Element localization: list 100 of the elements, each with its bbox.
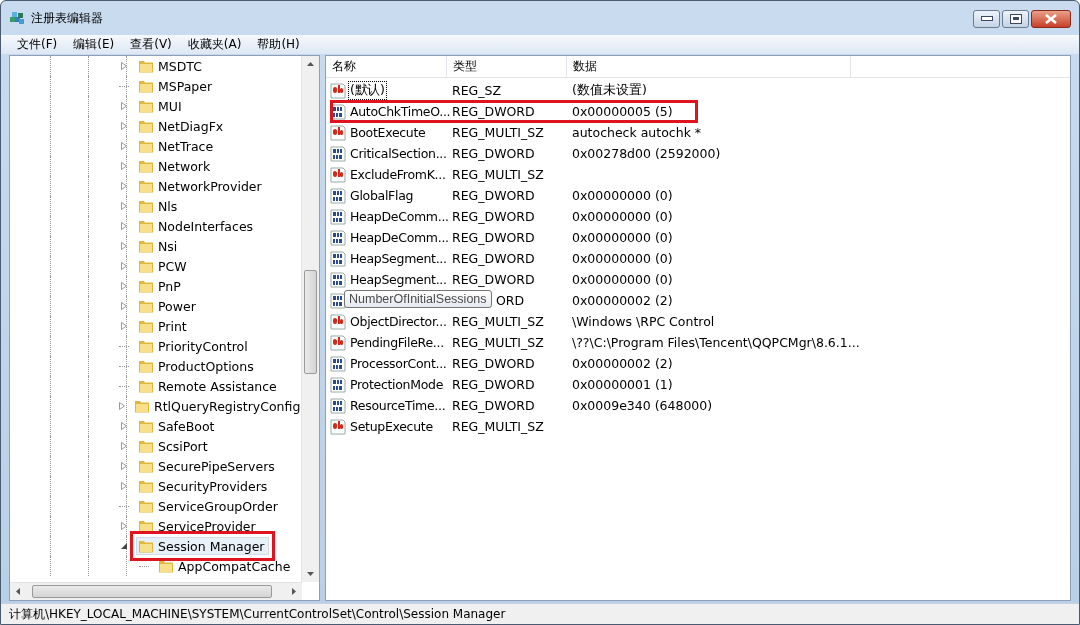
expand-arrow-icon[interactable] <box>120 482 128 490</box>
minimize-button[interactable] <box>973 10 1000 28</box>
value-name[interactable]: SetupExecute <box>348 418 435 435</box>
string-value-icon <box>330 418 346 435</box>
value-name[interactable]: HeapDeComm... <box>348 208 451 225</box>
menu-item[interactable]: 编辑(E) <box>65 36 123 53</box>
tree-item[interactable]: Network <box>136 157 216 175</box>
scroll-right-arrow-icon[interactable] <box>292 588 296 595</box>
string-value-icon <box>330 82 346 99</box>
value-name[interactable]: ResourceTime... <box>348 397 448 414</box>
expand-arrow-icon[interactable] <box>118 402 126 410</box>
folder-icon <box>138 438 154 454</box>
value-data: 0x00000000 (0) <box>572 209 673 224</box>
value-name[interactable]: BootExecute <box>348 124 428 141</box>
expand-arrow-icon[interactable] <box>120 142 128 150</box>
tree-item[interactable]: ScsiPort <box>136 437 213 455</box>
expand-arrow-icon[interactable] <box>120 202 128 210</box>
tree-item[interactable]: Power <box>136 297 201 315</box>
collapse-arrow-icon[interactable] <box>120 542 128 550</box>
value-name[interactable]: ExcludeFromK... <box>348 166 448 183</box>
tree-item[interactable]: PnP <box>136 277 186 295</box>
maximize-button[interactable] <box>1002 10 1029 28</box>
expand-arrow-icon[interactable] <box>120 442 128 450</box>
value-name[interactable]: (默认) <box>348 81 387 100</box>
tree-item[interactable]: PriorityControl <box>136 337 253 355</box>
value-data: 0x0009e340 (648000) <box>572 398 713 413</box>
tree-item[interactable]: MUI <box>136 97 187 115</box>
tree-item[interactable]: NetworkProvider <box>136 177 267 195</box>
tree-item[interactable]: NetTrace <box>136 137 219 155</box>
expand-arrow-icon[interactable] <box>120 462 128 470</box>
tree-item[interactable]: Remote Assistance <box>136 377 282 395</box>
expand-arrow-icon[interactable] <box>120 262 128 270</box>
expand-arrow-icon[interactable] <box>120 182 128 190</box>
expand-arrow-icon[interactable] <box>120 122 128 130</box>
tree-item[interactable]: PCW <box>136 257 192 275</box>
expand-arrow-icon[interactable] <box>120 102 128 110</box>
expand-arrow-icon[interactable] <box>120 162 128 170</box>
folder-icon <box>138 358 154 374</box>
value-name[interactable]: AutoChkTimeO... <box>348 103 453 120</box>
folder-icon <box>138 298 154 314</box>
expand-arrow-icon[interactable] <box>120 522 128 530</box>
binary-value-icon <box>330 145 346 162</box>
value-name[interactable]: PendingFileRe... <box>348 334 446 351</box>
menu-item[interactable]: 帮助(H) <box>249 36 308 53</box>
expand-arrow-icon[interactable] <box>120 302 128 310</box>
tree-item[interactable]: SecurityProviders <box>136 477 273 495</box>
value-data: 0x00000000 (0) <box>572 188 673 203</box>
vertical-scrollbar[interactable] <box>301 56 319 582</box>
menu-item[interactable]: 文件(F) <box>9 36 66 53</box>
folder-icon <box>138 338 154 354</box>
close-button[interactable] <box>1031 10 1071 28</box>
value-name[interactable]: HeapDeComm... <box>348 229 451 246</box>
binary-value-icon <box>330 292 346 309</box>
expand-arrow-icon[interactable] <box>120 242 128 250</box>
tree-item[interactable]: NetDiagFx <box>136 117 229 135</box>
folder-icon <box>158 558 174 574</box>
folder-icon <box>138 478 154 494</box>
value-name[interactable]: HeapSegment... <box>348 271 449 288</box>
scrollbar-thumb[interactable] <box>32 585 272 598</box>
menu-item[interactable]: 查看(V) <box>122 36 180 53</box>
value-data: 0x00000002 (2) <box>572 356 673 371</box>
tree-item[interactable]: ProductOptions <box>136 357 259 375</box>
tree-item[interactable]: Nsi <box>136 237 183 255</box>
column-header[interactable]: 名称 <box>326 56 447 77</box>
value-name[interactable]: ProcessorCont... <box>348 355 449 372</box>
tree-item[interactable]: ServiceGroupOrder <box>136 497 283 515</box>
tree-item[interactable]: RtlQueryRegistryConfig <box>132 397 301 415</box>
tree-item[interactable]: SecurePipeServers <box>136 457 280 475</box>
tree-item[interactable]: MSPaper <box>136 77 218 95</box>
value-name[interactable]: ProtectionMode <box>348 376 446 393</box>
scrollbar-thumb[interactable] <box>304 270 317 374</box>
expand-arrow-icon[interactable] <box>120 62 128 70</box>
scroll-up-arrow-icon[interactable] <box>307 62 314 66</box>
tree-item[interactable]: NodeInterfaces <box>136 217 259 235</box>
expand-arrow-icon[interactable] <box>120 422 128 430</box>
value-name[interactable]: ObjectDirector... <box>348 313 449 330</box>
value-name[interactable]: HeapSegment... <box>348 250 449 267</box>
value-data: 0x00000000 (0) <box>572 272 673 287</box>
tree-item[interactable]: Print <box>136 317 192 335</box>
folder-icon <box>138 178 154 194</box>
scroll-down-arrow-icon[interactable] <box>307 572 314 576</box>
expand-arrow-icon[interactable] <box>120 222 128 230</box>
value-data: \??\C:\Program Files\Tencent\QQPCMgr\8.6.1... <box>572 335 860 350</box>
tree-item[interactable]: Nls <box>136 197 183 215</box>
tree-item[interactable]: ServiceProvider <box>136 517 261 535</box>
column-header[interactable]: 数据 <box>567 56 851 77</box>
horizontal-scrollbar[interactable] <box>10 582 302 600</box>
scroll-left-arrow-icon[interactable] <box>16 588 20 595</box>
folder-icon <box>138 158 154 174</box>
value-name[interactable]: GlobalFlag <box>348 187 416 204</box>
tree-item[interactable]: SafeBoot <box>136 417 220 435</box>
maximize-icon <box>1009 14 1022 24</box>
value-name[interactable]: CriticalSection... <box>348 145 449 162</box>
tree-item[interactable]: MSDTC <box>136 57 207 75</box>
column-header[interactable]: 类型 <box>447 56 567 77</box>
menu-item[interactable]: 收藏夹(A) <box>179 36 250 53</box>
tree-item[interactable]: AppCompatCache <box>156 557 296 575</box>
minimize-icon <box>980 16 993 22</box>
expand-arrow-icon[interactable] <box>120 322 128 330</box>
expand-arrow-icon[interactable] <box>120 282 128 290</box>
